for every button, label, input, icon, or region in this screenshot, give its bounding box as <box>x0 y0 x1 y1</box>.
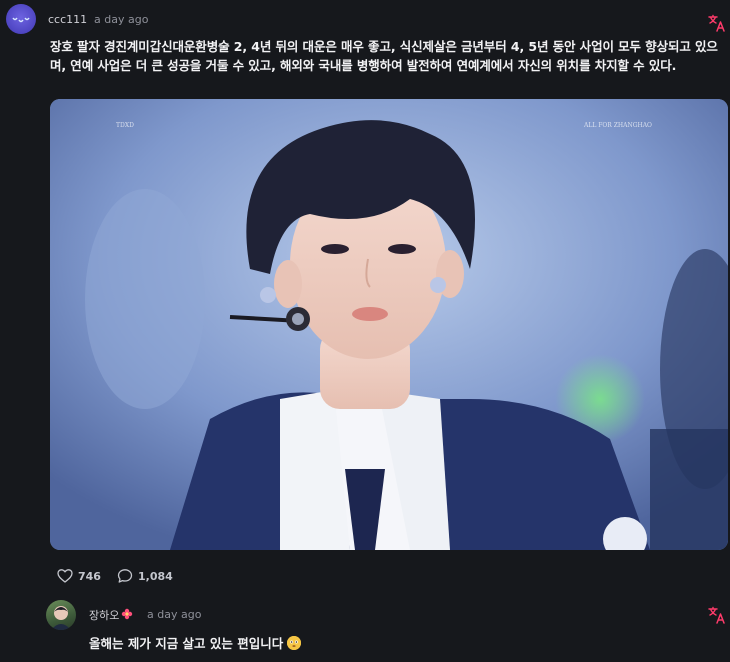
post-header: ccc111 a day ago <box>6 4 730 36</box>
avatar[interactable] <box>6 4 36 34</box>
reply-timestamp: a day ago <box>147 608 202 621</box>
like-count: 746 <box>78 569 101 583</box>
comment-count: 1,084 <box>138 569 173 583</box>
watermark-left: TDXD <box>116 122 134 129</box>
post-image[interactable]: TDXD ALL FOR ZHANGHAO <box>50 99 728 550</box>
flower-icon <box>121 608 133 623</box>
flushed-face-icon <box>287 635 302 650</box>
like-button[interactable]: 746 <box>57 566 101 586</box>
post-username[interactable]: ccc111 <box>48 13 87 26</box>
reply-item: 장하오 a day ago 올해는 제가 지금 살고 있는 편입니다 <box>46 600 730 660</box>
heart-icon <box>57 569 73 583</box>
reply-body: 올해는 제가 지금 살고 있는 편입니다 <box>89 633 302 652</box>
translate-icon[interactable] <box>708 14 726 32</box>
reply-username-block[interactable]: 장하오 <box>89 607 133 623</box>
post-body-text: 장호 팔자 경진계미갑신대운환병술 2, 4년 뒤의 대운은 매우 좋고, 식신… <box>50 39 718 73</box>
watermark-right: ALL FOR ZHANGHAO <box>583 122 652 129</box>
translate-icon[interactable] <box>708 606 726 624</box>
reply-username[interactable]: 장하오 <box>89 607 119 623</box>
reply-text: 올해는 제가 지금 살고 있는 편입니다 <box>89 636 284 651</box>
post-timestamp: a day ago <box>94 13 149 26</box>
reply-avatar[interactable] <box>46 600 76 630</box>
comment-button[interactable]: 1,084 <box>117 566 173 586</box>
feed-page: ccc111 a day ago 장호 팔자 경진계미갑신대운환병술 2, 4년… <box>0 0 730 662</box>
comment-icon <box>117 569 133 583</box>
